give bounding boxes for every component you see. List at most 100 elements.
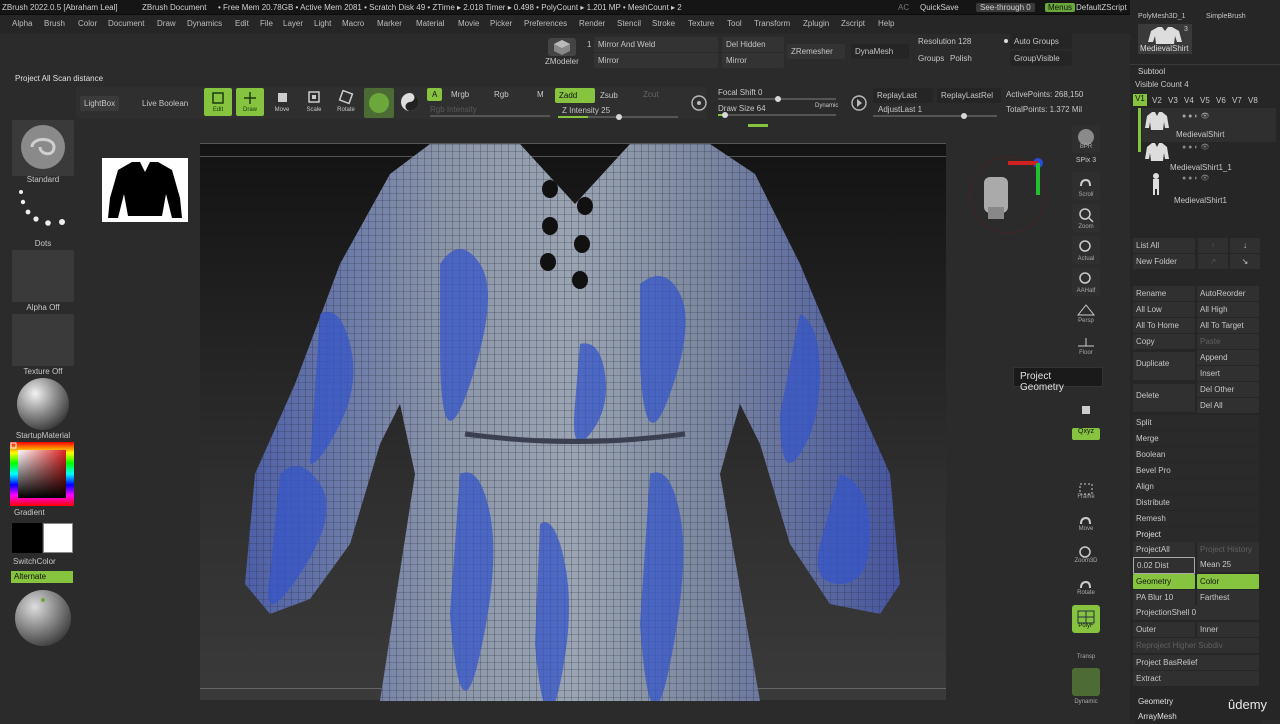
folder-arrow-icon[interactable]: ↗ (1198, 254, 1228, 269)
auto-reorder-button[interactable]: AutoReorder (1197, 286, 1259, 301)
alpha-selector[interactable] (12, 250, 74, 302)
menu-macro[interactable]: Macro (342, 19, 364, 28)
menu-stencil[interactable]: Stencil (617, 19, 641, 28)
group-visible-button[interactable]: GroupVisible (1010, 51, 1072, 66)
version-v5[interactable]: V5 (1200, 96, 1210, 105)
current-tool-thumb[interactable]: 3 MedievalShirt (1138, 24, 1192, 54)
draw-mode-icon[interactable] (399, 91, 421, 113)
mirror-and-weld-button[interactable]: Mirror And Weld (594, 37, 718, 52)
menu-preferences[interactable]: Preferences (524, 19, 567, 28)
tool-preview[interactable] (12, 588, 74, 648)
mrgb-button[interactable]: Mrgb (451, 90, 469, 99)
replay-last-rel-button[interactable]: ReplayLastRel (937, 88, 1001, 103)
move-view-button[interactable] (1072, 510, 1100, 538)
menu-movie[interactable]: Movie (458, 19, 479, 28)
default-zscript-button[interactable]: DefaultZScript (1076, 3, 1127, 12)
rename-button[interactable]: Rename (1133, 286, 1195, 301)
zmodeler-icon[interactable] (548, 38, 576, 56)
brush-selector[interactable] (12, 120, 74, 176)
append-button[interactable]: Append (1197, 350, 1259, 365)
texture-selector[interactable] (12, 314, 74, 366)
scale-button[interactable]: Scale (300, 88, 328, 116)
version-v1[interactable]: V1 (1133, 94, 1147, 106)
version-v7[interactable]: V7 (1232, 96, 1242, 105)
all-to-target-button[interactable]: All To Target (1197, 318, 1259, 333)
bevel-pro-menu[interactable]: Bevel Pro (1133, 463, 1259, 478)
merge-menu[interactable]: Merge (1133, 431, 1259, 446)
material-sphere-button[interactable] (364, 88, 394, 118)
draw-size-slider[interactable] (718, 112, 836, 118)
extract-button[interactable]: Extract (1133, 671, 1259, 686)
geometry-toggle[interactable]: Geometry (1133, 574, 1195, 589)
projection-shell-slider[interactable]: ProjectionShell 0 (1133, 605, 1259, 620)
resolution-slider[interactable]: Resolution 128 (918, 37, 971, 46)
rgb-intensity-slider[interactable]: Rgb Intensity (430, 105, 477, 114)
subtool-1-eye-icon[interactable]: ● ● ◐ 👁 (1182, 112, 1209, 120)
focal-shift-slider[interactable] (718, 96, 836, 102)
rotate-button[interactable]: Rotate (332, 88, 360, 116)
menu-tool[interactable]: Tool (727, 19, 742, 28)
paste-button[interactable]: Paste (1197, 334, 1259, 349)
remesh-menu[interactable]: Remesh (1133, 511, 1259, 526)
qxyz-toggle[interactable]: Qxyz (1072, 428, 1100, 440)
boolean-menu[interactable]: Boolean (1133, 447, 1259, 462)
live-boolean-button[interactable]: Live Boolean (138, 96, 193, 111)
rotate-view-button[interactable] (1072, 574, 1100, 602)
split-menu[interactable]: Split (1133, 415, 1259, 430)
material-selector[interactable] (14, 376, 72, 432)
a-toggle[interactable]: A (427, 88, 443, 101)
zremesher-button[interactable]: ZRemesher (787, 44, 845, 59)
z-intensity-knob[interactable] (616, 114, 622, 120)
version-v8[interactable]: V8 (1248, 96, 1258, 105)
menu-zscript[interactable]: Zscript (841, 19, 865, 28)
alternate-toggle[interactable]: Alternate (11, 571, 73, 583)
mean-slider[interactable]: Mean 25 (1197, 557, 1259, 572)
menu-material[interactable]: Material (416, 19, 444, 28)
m-button[interactable]: M (537, 90, 544, 99)
all-to-home-button[interactable]: All To Home (1133, 318, 1195, 333)
menu-dynamics[interactable]: Dynamics (187, 19, 222, 28)
gradient-toggle[interactable]: Gradient (14, 508, 45, 517)
del-hidden-button[interactable]: Del Hidden (722, 37, 784, 52)
menu-light[interactable]: Light (314, 19, 331, 28)
menu-transform[interactable]: Transform (754, 19, 790, 28)
menu-zplugin[interactable]: Zplugin (803, 19, 829, 28)
lightbox-button[interactable]: LightBox (80, 96, 120, 111)
local-button[interactable] (1072, 398, 1100, 426)
del-other-button[interactable]: Del Other (1197, 382, 1259, 397)
version-v4[interactable]: V4 (1184, 96, 1194, 105)
color-picker[interactable] (10, 442, 74, 506)
menu-alpha[interactable]: Alpha (12, 19, 32, 28)
folder-arrow2-icon[interactable]: ↘ (1230, 254, 1260, 269)
quicksave-button[interactable]: QuickSave (920, 3, 959, 12)
canvas-viewport[interactable] (200, 143, 946, 701)
reproject-higher-subdiv-button[interactable]: Reproject Higher Subdiv (1133, 638, 1259, 653)
delete-button[interactable]: Delete (1133, 384, 1195, 412)
color-toggle[interactable]: Color (1197, 574, 1259, 589)
simplebrush-tool[interactable]: SimpleBrush (1206, 13, 1246, 20)
main-color-swatch[interactable] (12, 523, 42, 553)
farthest-toggle[interactable]: Farthest (1197, 590, 1259, 605)
align-menu[interactable]: Align (1133, 479, 1259, 494)
navigation-gizmo[interactable] (968, 155, 1048, 235)
polymesh-tool[interactable]: PolyMesh3D_1 (1138, 13, 1185, 20)
inner-toggle[interactable]: Inner (1197, 622, 1259, 637)
zadd-button[interactable]: Zadd (555, 88, 595, 103)
rgb-button[interactable]: Rgb (494, 90, 509, 99)
pa-blur-slider[interactable]: PA Blur 10 (1133, 590, 1195, 605)
subtool-row-2[interactable]: MedievalShirt1_1 ● ● ◐ 👁 (1142, 141, 1276, 172)
shirt-mesh-model[interactable] (200, 144, 946, 701)
menu-picker[interactable]: Picker (490, 19, 512, 28)
spix-slider[interactable]: SPix 3 (1068, 157, 1104, 164)
menu-help[interactable]: Help (878, 19, 894, 28)
project-menu[interactable]: Project (1133, 527, 1259, 542)
groups-toggle[interactable]: Groups (918, 54, 944, 63)
rgb-intensity-track[interactable] (430, 115, 550, 117)
subtool-row-3[interactable]: MedievalShirt1 ● ● ◐ 👁 (1142, 172, 1276, 205)
zcut-button[interactable]: Zcut (643, 90, 659, 99)
polish-toggle[interactable]: Polish (950, 54, 972, 63)
adjust-last-track[interactable] (873, 113, 997, 119)
see-through-slider[interactable]: See-through 0 (976, 3, 1035, 12)
dist-slider[interactable]: 0.02 Dist (1133, 557, 1195, 574)
z-intensity-slider[interactable] (558, 114, 678, 120)
